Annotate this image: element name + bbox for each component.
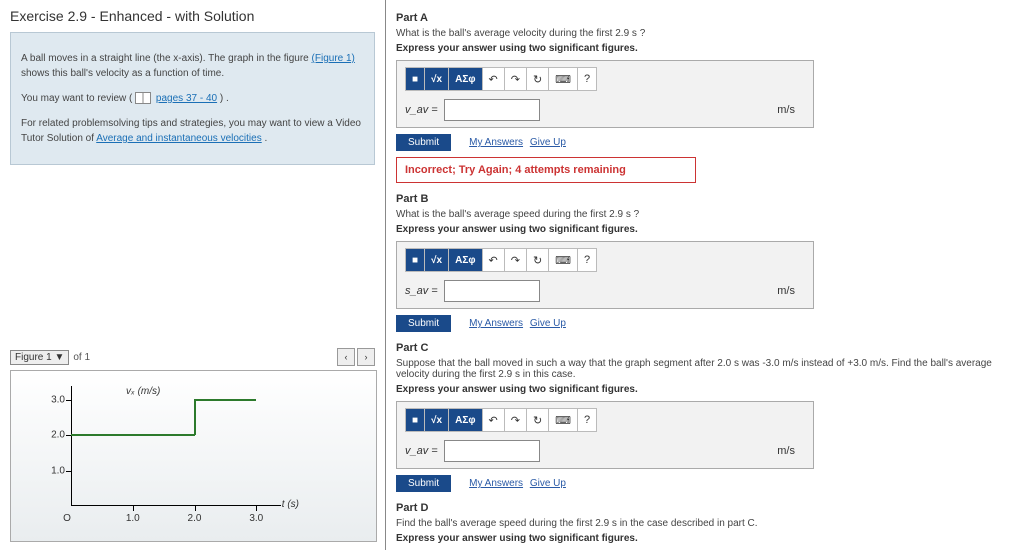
templates-icon[interactable]: ■ [406,249,425,271]
part-b-heading: Part B [396,193,1014,205]
intro-line1a: A ball moves in a straight line (the x-a… [21,53,312,64]
greek-icon[interactable]: ΑΣφ [449,409,482,431]
root-icon[interactable]: √x [425,249,449,271]
part-c-submit-button[interactable]: Submit [396,475,451,492]
figure-prev-button[interactable]: ‹ [337,348,355,366]
part-a-variable: v_av = [405,104,438,116]
part-b-give-up-link[interactable]: Give Up [530,318,566,329]
root-icon[interactable]: √x [425,68,449,90]
part-b-submit-button[interactable]: Submit [396,315,451,332]
x-axis-label: t (s) [282,499,299,510]
y-axis-label: vₓ (m/s) [126,386,160,397]
intro-line3b: . [265,133,268,144]
templates-icon[interactable]: ■ [406,68,425,90]
figure-link[interactable]: (Figure 1) [312,53,355,64]
part-c-variable: v_av = [405,445,438,457]
part-b-unit: m/s [777,285,795,297]
part-d-heading: Part D [396,502,1014,514]
intro-line2a: You may want to review ( [21,93,132,104]
reset-icon[interactable]: ↻ [527,409,549,431]
part-c-heading: Part C [396,342,1014,354]
part-b-variable: s_av = [405,285,438,297]
templates-icon[interactable]: ■ [406,409,425,431]
undo-icon[interactable]: ↶ [483,68,505,90]
part-a-give-up-link[interactable]: Give Up [530,137,566,148]
part-a-answer-box: ■ √x ΑΣφ ↶ ↷ ↻ ⌨ ? v_av = m/s [396,60,814,128]
part-d-instruction: Express your answer using two significan… [396,533,1014,544]
part-a-input[interactable] [444,99,540,121]
part-a-question: What is the ball's average velocity duri… [396,28,1014,39]
velocity-chart: vₓ (m/s) t (s) 1.0 2.0 3.0 O 1.0 2.0 3.0 [71,386,281,506]
figure-next-button[interactable]: › [357,348,375,366]
part-a-my-answers-link[interactable]: My Answers [469,137,523,148]
exercise-title: Exercise 2.9 - Enhanced - with Solution [0,0,385,28]
part-c-instruction: Express your answer using two significan… [396,384,1014,395]
root-icon[interactable]: √x [425,409,449,431]
undo-icon[interactable]: ↶ [483,249,505,271]
part-c-my-answers-link[interactable]: My Answers [469,478,523,489]
book-pages-icon [135,92,151,104]
part-a-instruction: Express your answer using two significan… [396,43,1014,54]
reset-icon[interactable]: ↻ [527,249,549,271]
part-a-heading: Part A [396,12,1014,24]
part-c-input[interactable] [444,440,540,462]
part-b-answer-box: ■ √x ΑΣφ ↶ ↷ ↻ ⌨ ? s_av = m/s [396,241,814,309]
figure-of-label: of 1 [73,352,90,363]
intro-line2b: ) . [220,93,229,104]
figure-select[interactable]: Figure 1 ▼ [10,350,69,365]
keyboard-icon[interactable]: ⌨ [549,409,578,431]
help-icon[interactable]: ? [578,68,596,90]
greek-icon[interactable]: ΑΣφ [449,249,482,271]
help-icon[interactable]: ? [578,249,596,271]
help-icon[interactable]: ? [578,409,596,431]
part-c-answer-box: ■ √x ΑΣφ ↶ ↷ ↻ ⌨ ? v_av = m/s [396,401,814,469]
redo-icon[interactable]: ↷ [505,68,527,90]
keyboard-icon[interactable]: ⌨ [549,68,578,90]
part-c-give-up-link[interactable]: Give Up [530,478,566,489]
figure-panel: vₓ (m/s) t (s) 1.0 2.0 3.0 O 1.0 2.0 3.0 [10,370,377,542]
keyboard-icon[interactable]: ⌨ [549,249,578,271]
reset-icon[interactable]: ↻ [527,68,549,90]
part-b-question: What is the ball's average speed during … [396,209,1014,220]
part-c-unit: m/s [777,445,795,457]
part-a-unit: m/s [777,104,795,116]
redo-icon[interactable]: ↷ [505,249,527,271]
part-b-my-answers-link[interactable]: My Answers [469,318,523,329]
pages-link[interactable]: pages 37 - 40 [156,93,217,104]
intro-line1b: shows this ball's velocity as a function… [21,68,224,79]
part-b-instruction: Express your answer using two significan… [396,224,1014,235]
part-b-input[interactable] [444,280,540,302]
intro-box: A ball moves in a straight line (the x-a… [10,32,375,165]
equation-toolbar: ■ √x ΑΣφ ↶ ↷ ↻ ⌨ ? [405,67,597,91]
video-link[interactable]: Average and instantaneous velocities [96,133,261,144]
part-c-question: Suppose that the ball moved in such a wa… [396,358,1014,380]
part-a-feedback: Incorrect; Try Again; 4 attempts remaini… [396,157,696,183]
part-a-submit-button[interactable]: Submit [396,134,451,151]
part-d-question: Find the ball's average speed during the… [396,518,1014,529]
undo-icon[interactable]: ↶ [483,409,505,431]
redo-icon[interactable]: ↷ [505,409,527,431]
greek-icon[interactable]: ΑΣφ [449,68,482,90]
